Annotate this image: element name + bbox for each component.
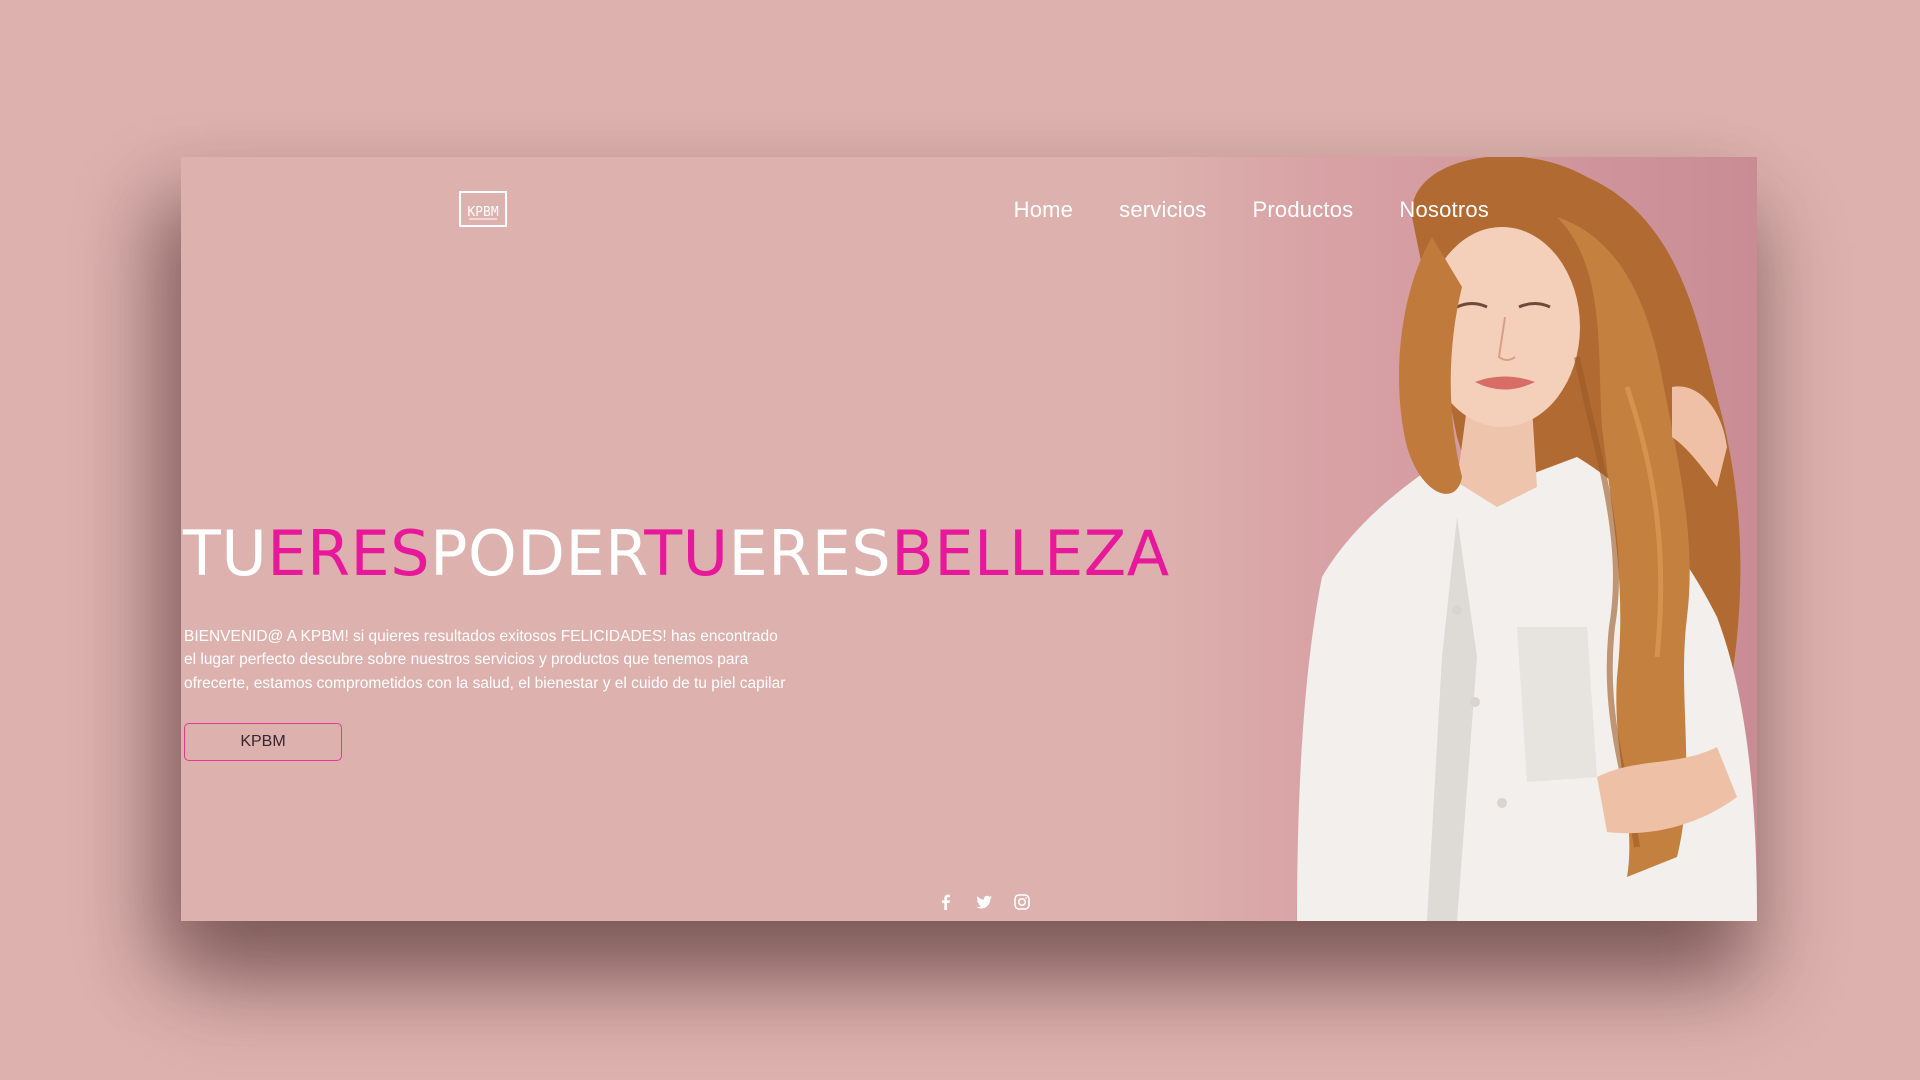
facebook-icon[interactable] [937,893,955,911]
main-nav: Home servicios Productos Nosotros [1014,197,1489,223]
logo-text: KPBM [467,205,498,220]
kpbm-button[interactable]: KPBM [184,723,342,761]
headline-word: ERES [728,517,892,590]
instagram-icon[interactable] [1013,893,1031,911]
nav-servicios[interactable]: servicios [1119,197,1206,223]
headline-word: TU [644,517,729,590]
twitter-icon[interactable] [975,893,993,911]
hero-intro-text: BIENVENID@ A KPBM! si quieres resultados… [184,627,786,692]
social-links [937,893,1031,911]
headline-word: PODER [430,517,645,590]
nav-home[interactable]: Home [1014,197,1074,223]
hero-headline: TUERESPODERTUERESBELLEZA [183,517,1170,590]
nav-nosotros[interactable]: Nosotros [1399,197,1489,223]
hero-photo [1157,157,1757,921]
headline-word: ERES [267,517,431,590]
landing-page: KPBM Home servicios Productos Nosotros T… [181,157,1757,921]
headline-word: TU [183,517,268,590]
nav-productos[interactable]: Productos [1253,197,1354,223]
headline-word: BELLEZA [891,517,1170,590]
kpbm-logo[interactable]: KPBM [459,191,507,227]
